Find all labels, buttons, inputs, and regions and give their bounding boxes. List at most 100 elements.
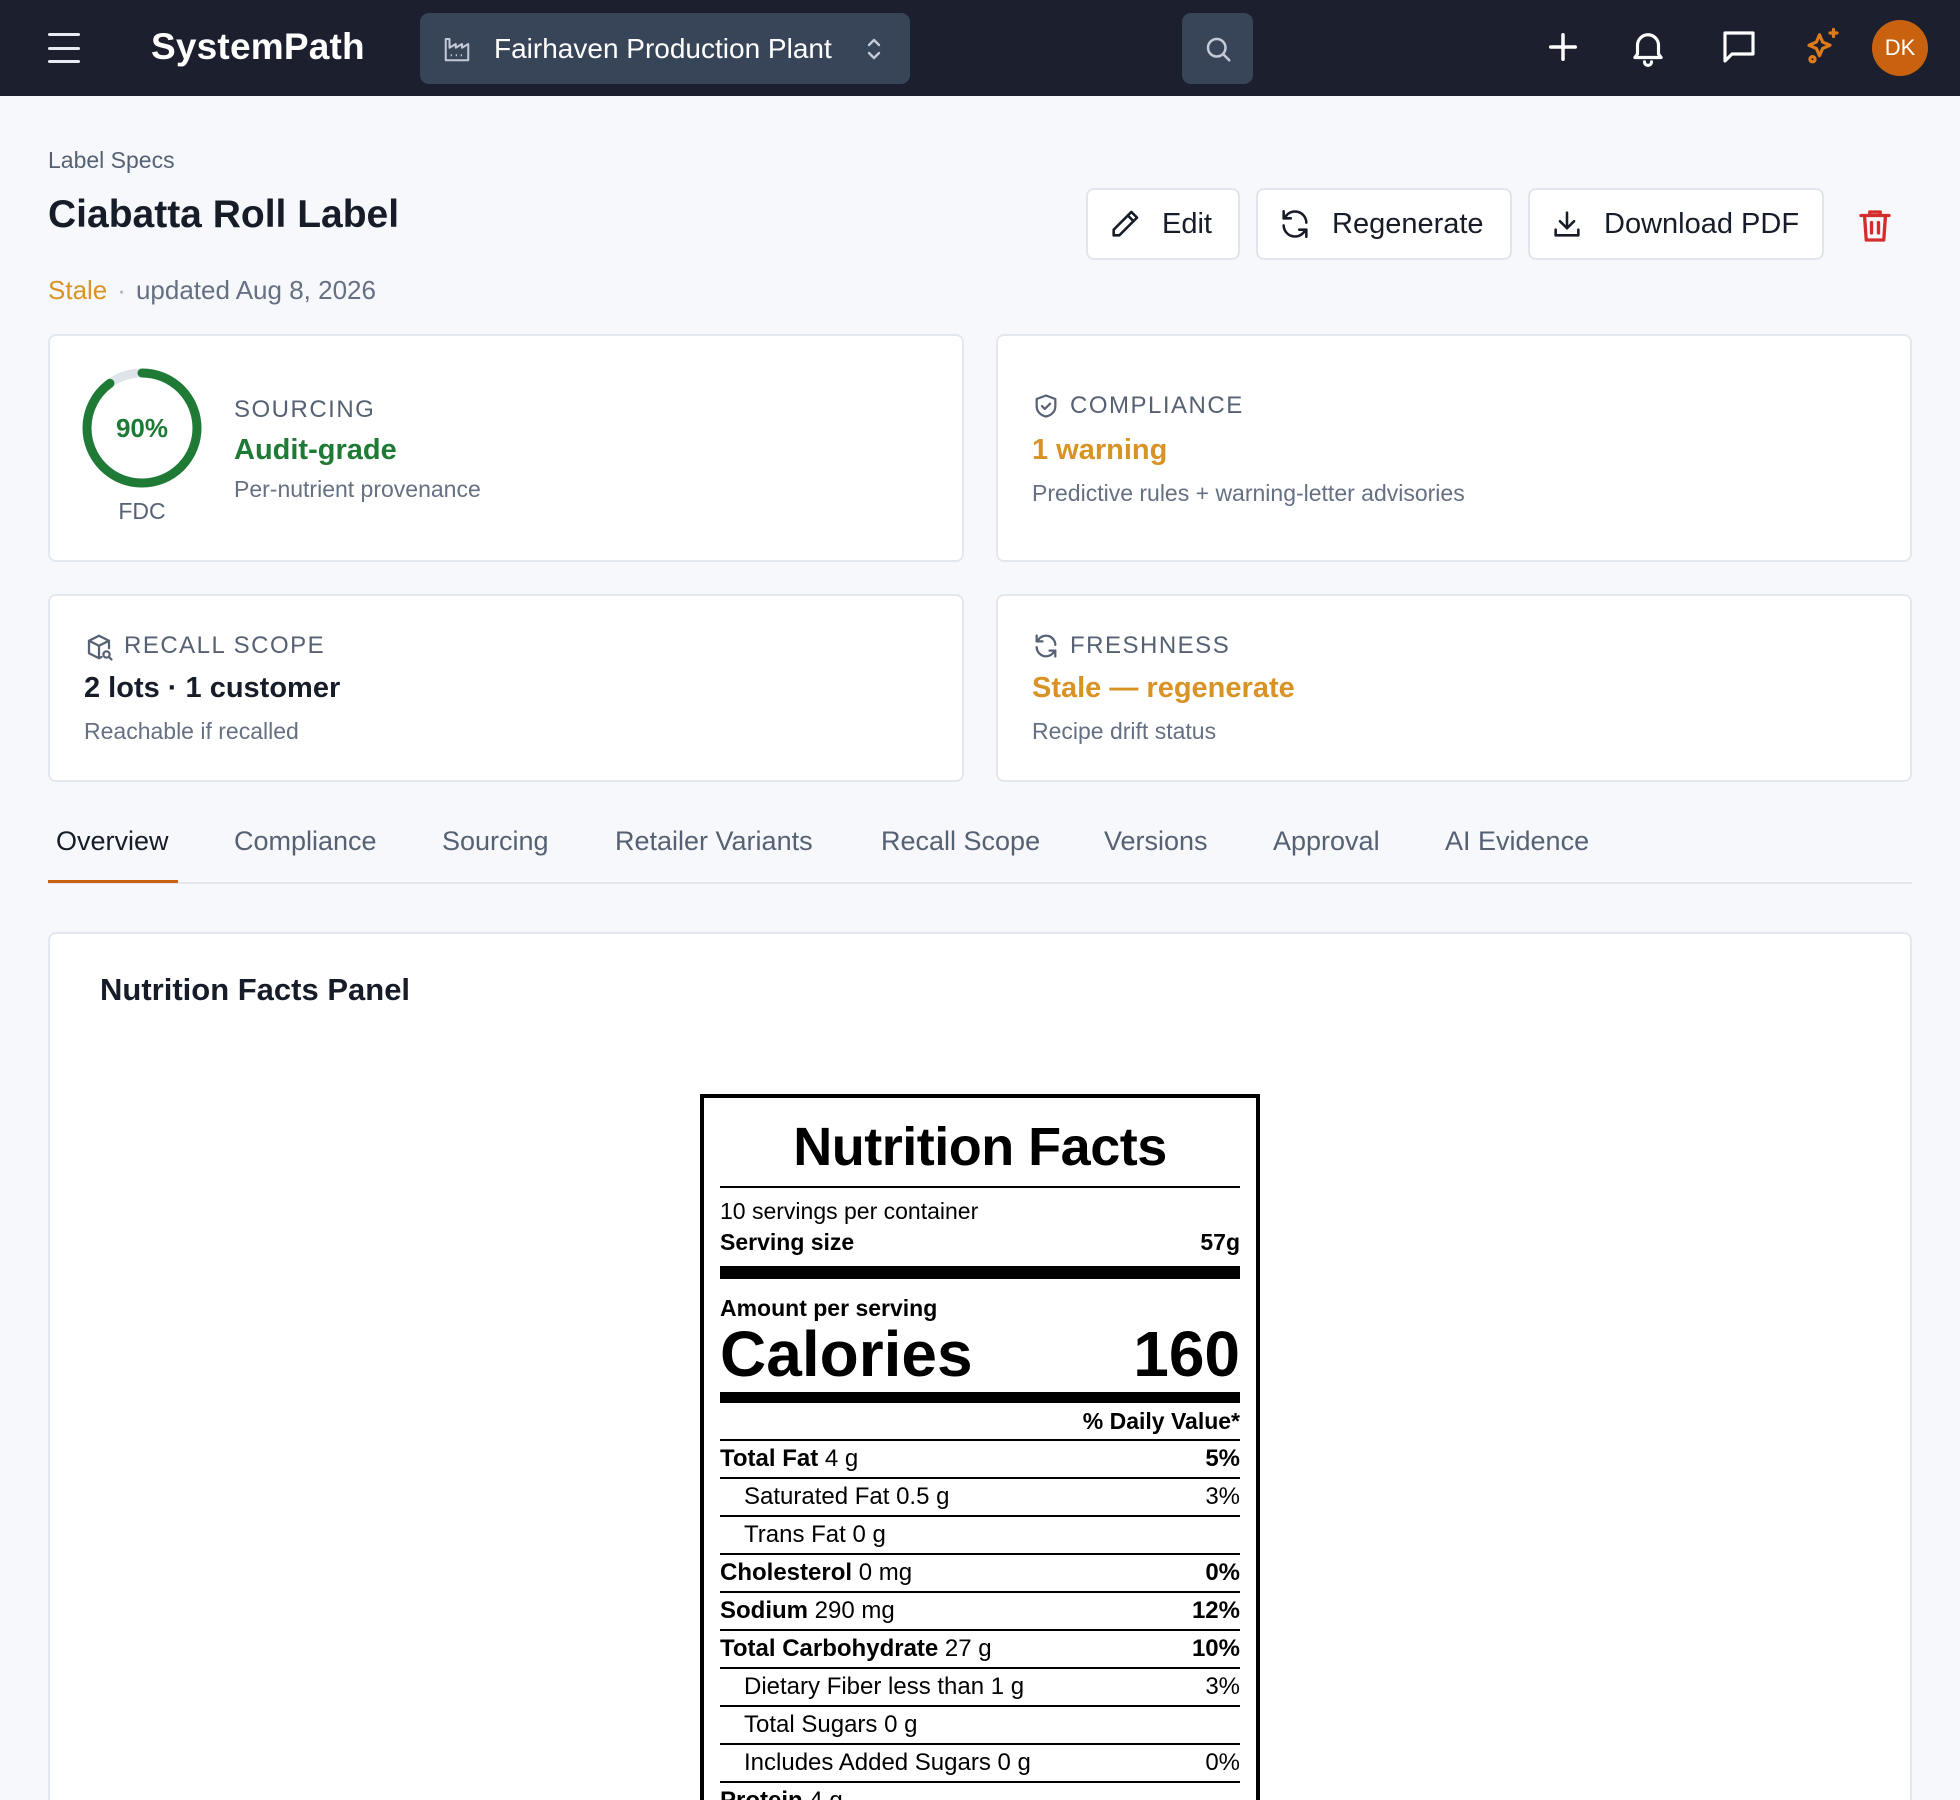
tab-versions[interactable]: Versions bbox=[1104, 826, 1208, 857]
regenerate-button-label: Regenerate bbox=[1332, 207, 1484, 240]
tab-recall-scope[interactable]: Recall Scope bbox=[881, 826, 1040, 857]
status-line: Stale · updated Aug 8, 2026 bbox=[48, 275, 376, 306]
nutrient-amount: 4 g bbox=[824, 1445, 859, 1472]
nutrient-amount: 4 g bbox=[809, 1787, 842, 1800]
sourcing-label: SOURCING bbox=[234, 396, 376, 423]
recall-scope-label: RECALL SCOPE bbox=[124, 632, 326, 659]
tab-overview[interactable]: Overview bbox=[56, 826, 169, 857]
download-icon bbox=[1554, 211, 1580, 237]
daily-value-header: % Daily Value* bbox=[1082, 1408, 1240, 1434]
compliance-label: COMPLIANCE bbox=[1070, 392, 1244, 419]
freshness-card[interactable]: FRESHNESS Stale — regenerate Recipe drif… bbox=[996, 594, 1912, 782]
nutrient-amount: 0 mg bbox=[858, 1559, 913, 1586]
regenerate-button[interactable]: Regenerate bbox=[1256, 188, 1512, 260]
search-button[interactable] bbox=[1182, 13, 1253, 84]
plant-name: Fairhaven Production Plant bbox=[494, 32, 832, 64]
nutrient-row: Protein 4 g bbox=[720, 1781, 1240, 1800]
updated-date: updated Aug 8, 2026 bbox=[135, 275, 376, 305]
package-search-icon bbox=[87, 634, 113, 661]
ring-source-label: FDC bbox=[118, 498, 166, 524]
serving-size-row: Serving size 57g bbox=[720, 1229, 1240, 1256]
nutrient-name: Total Carbohydrate 27 g bbox=[720, 1635, 992, 1663]
recall-scope-value: 2 lots · 1 customer bbox=[84, 672, 341, 704]
shield-check-icon bbox=[1035, 394, 1057, 418]
serving-size-label: Serving size bbox=[720, 1229, 855, 1255]
search-icon bbox=[1206, 37, 1230, 61]
compliance-card[interactable]: COMPLIANCE 1 warning Predictive rules + … bbox=[996, 334, 1912, 562]
tab-bar: Overview Compliance Sourcing Retailer Va… bbox=[48, 808, 1912, 884]
nutrient-label: Total Sugars 0 g bbox=[744, 1711, 918, 1738]
serving-size-value: 57g bbox=[1200, 1229, 1240, 1255]
nutrient-daily-value: 3% bbox=[1205, 1673, 1240, 1700]
nutrient-label: Total Carbohydrate bbox=[720, 1635, 939, 1662]
tab-approval[interactable]: Approval bbox=[1273, 826, 1380, 857]
active-tab-indicator bbox=[48, 880, 178, 883]
tab-retailer-variants[interactable]: Retailer Variants bbox=[615, 826, 813, 857]
pencil-icon bbox=[1112, 210, 1139, 237]
nutrient-row: Dietary Fiber less than 1 g 3% bbox=[720, 1667, 1240, 1705]
brand-logo[interactable]: SystemPath bbox=[151, 26, 365, 68]
trash-icon[interactable] bbox=[1854, 205, 1896, 247]
nutrient-name: Sodium 290 mg bbox=[720, 1597, 895, 1625]
nutrient-label: Total Fat bbox=[720, 1445, 819, 1472]
nutrition-facts-title: Nutrition Facts bbox=[793, 1117, 1167, 1177]
nutrient-label: Dietary Fiber less than 1 g bbox=[744, 1673, 1025, 1700]
tab-ai-evidence[interactable]: AI Evidence bbox=[1445, 826, 1589, 857]
download-pdf-button[interactable]: Download PDF bbox=[1528, 188, 1824, 260]
recall-scope-card[interactable]: RECALL SCOPE 2 lots · 1 customer Reachab… bbox=[48, 594, 964, 782]
calories-label: Calories bbox=[720, 1318, 973, 1390]
user-avatar[interactable]: DK bbox=[1872, 20, 1928, 76]
status-badge: Stale bbox=[48, 275, 108, 305]
breadcrumb[interactable]: Label Specs bbox=[48, 147, 175, 174]
sourcing-sub: Per-nutrient provenance bbox=[234, 476, 481, 502]
freshness-sub: Recipe drift status bbox=[1032, 718, 1217, 744]
sparkles-icon[interactable] bbox=[1802, 26, 1844, 68]
nutrition-facts-label: Nutrition Facts 10 servings per containe… bbox=[700, 1094, 1260, 1800]
nutrient-label: Sodium bbox=[720, 1597, 808, 1624]
thick-divider bbox=[720, 1266, 1240, 1279]
nutrient-name: Protein 4 g bbox=[720, 1787, 843, 1800]
nutrient-row: Total Carbohydrate 27 g 10% bbox=[720, 1629, 1240, 1667]
servings-per-container: 10 servings per container bbox=[720, 1198, 979, 1224]
chevron-up-down-icon bbox=[867, 38, 881, 60]
nutrient-row: Includes Added Sugars 0 g 0% bbox=[720, 1743, 1240, 1781]
nutrient-label: Trans Fat 0 g bbox=[744, 1521, 886, 1548]
panel-title: Nutrition Facts Panel bbox=[100, 972, 411, 1007]
message-icon[interactable] bbox=[1718, 26, 1760, 68]
nutrient-row: Cholesterol 0 mg 0% bbox=[720, 1553, 1240, 1591]
calories-value: 160 bbox=[1133, 1318, 1240, 1390]
separator-dot: · bbox=[117, 275, 126, 305]
tab-compliance[interactable]: Compliance bbox=[234, 826, 377, 857]
refresh-icon bbox=[1035, 634, 1057, 658]
divider bbox=[720, 1186, 1240, 1188]
ring-percent: 90% bbox=[115, 412, 169, 443]
edit-button[interactable]: Edit bbox=[1086, 188, 1240, 260]
nutrient-daily-value: 0% bbox=[1205, 1749, 1240, 1776]
top-navigation-bar: SystemPath Fairhaven Production Plant DK bbox=[0, 0, 1960, 96]
freshness-value: Stale — regenerate bbox=[1032, 672, 1295, 704]
nutrient-row: Sodium 290 mg 12% bbox=[720, 1591, 1240, 1629]
bell-icon[interactable] bbox=[1627, 26, 1669, 68]
nutrient-name: Cholesterol 0 mg bbox=[720, 1559, 912, 1587]
sourcing-card[interactable]: 90% FDC SOURCING Audit-grade Per-nutrien… bbox=[48, 334, 964, 562]
compliance-sub: Predictive rules + warning-letter adviso… bbox=[1032, 480, 1465, 506]
medium-divider bbox=[720, 1392, 1240, 1403]
plant-selector[interactable]: Fairhaven Production Plant bbox=[420, 13, 910, 84]
nutrient-name: Saturated Fat 0.5 g bbox=[720, 1483, 949, 1511]
sourcing-ring: 90% bbox=[80, 366, 204, 490]
nutrient-amount: 290 mg bbox=[814, 1597, 895, 1624]
menu-icon[interactable] bbox=[48, 33, 80, 63]
tab-sourcing[interactable]: Sourcing bbox=[442, 826, 549, 857]
recall-scope-sub: Reachable if recalled bbox=[84, 718, 299, 744]
nutrient-daily-value: 3% bbox=[1205, 1483, 1240, 1510]
nutrient-name: Total Fat 4 g bbox=[720, 1445, 858, 1473]
nutrient-row: Trans Fat 0 g bbox=[720, 1515, 1240, 1553]
plus-icon[interactable] bbox=[1542, 26, 1584, 68]
freshness-label: FRESHNESS bbox=[1070, 632, 1231, 659]
nutrient-label: Saturated Fat 0.5 g bbox=[744, 1483, 950, 1510]
compliance-value: 1 warning bbox=[1032, 434, 1168, 466]
sourcing-value: Audit-grade bbox=[234, 434, 397, 466]
nutrient-name: Includes Added Sugars 0 g bbox=[720, 1749, 1031, 1777]
nutrient-row: Total Sugars 0 g bbox=[720, 1705, 1240, 1743]
nutrient-label: Protein bbox=[720, 1787, 803, 1800]
